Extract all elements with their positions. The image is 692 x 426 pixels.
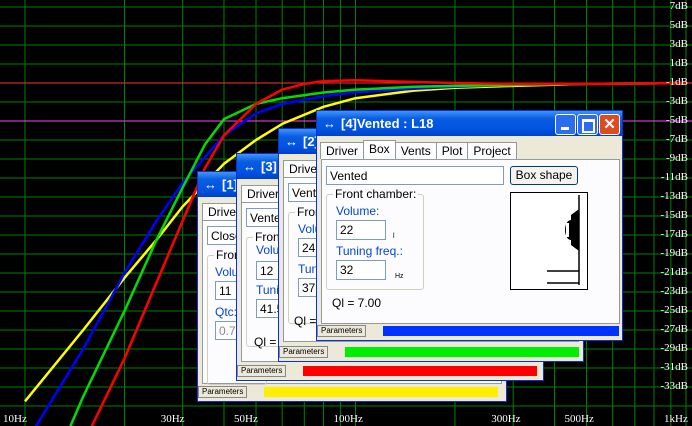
x-tick-label: 50Hz	[234, 413, 258, 425]
y-tick-label: -25dB	[660, 304, 689, 316]
box-shape-button[interactable]: Box shape	[510, 166, 578, 185]
window-4-statusbar: Parameters	[317, 325, 622, 339]
tab-project[interactable]: Project	[467, 142, 517, 159]
tab-driver[interactable]: Driver	[320, 142, 364, 159]
tuning-label: Tuning freq.:	[336, 244, 403, 258]
y-tick-label: -9dB	[666, 152, 688, 164]
ql-label: Ql = 7.00	[332, 296, 382, 310]
box-shape-preview	[510, 192, 588, 290]
y-tick-label: 1dB	[669, 57, 688, 69]
maximize-icon	[582, 119, 595, 133]
y-tick-label: -15dB	[660, 209, 689, 221]
y-tick-label: -23dB	[660, 285, 689, 297]
x-tick-label: 100Hz	[333, 413, 363, 425]
parameters-button[interactable]: Parameters	[198, 386, 248, 398]
volume-label: Volume:	[336, 204, 380, 218]
y-tick-label: -5dB	[666, 114, 688, 126]
y-tick-label: -1dB	[666, 76, 688, 88]
app-icon: ↔	[285, 134, 298, 149]
group-title: Front chamber:	[333, 187, 419, 201]
x-tick-label: 500Hz	[564, 413, 594, 425]
y-tick-label: 5dB	[669, 19, 688, 31]
x-tick-label: 10Hz	[3, 413, 27, 425]
qtc-label: Qtc:	[215, 305, 238, 319]
enclosure-diagram	[547, 195, 580, 285]
y-tick-label: -33dB	[660, 380, 689, 392]
y-tick-label: -21dB	[660, 266, 689, 278]
window-4-title: [4]Vented : L18	[341, 116, 434, 131]
y-tick-label: -13dB	[660, 190, 689, 202]
series-color-bar	[345, 347, 579, 357]
x-tick-label: 30Hz	[160, 413, 185, 425]
window-4-titlebar[interactable]: ↔ [4]Vented : L18 ✕	[317, 111, 622, 136]
tab-box[interactable]: Box	[363, 140, 396, 159]
maximize-button[interactable]	[577, 114, 598, 135]
close-icon: ✕	[603, 116, 616, 133]
close-button[interactable]: ✕	[599, 114, 620, 135]
volume-input[interactable]: 22	[336, 220, 386, 240]
x-tick-label: 300Hz	[491, 413, 521, 425]
app-icon: ↔	[243, 159, 256, 174]
parameters-button[interactable]: Parameters	[279, 346, 329, 358]
window-1-statusbar: Parameters	[198, 386, 506, 400]
minimize-icon	[561, 127, 569, 130]
series-color-bar	[303, 366, 537, 376]
y-tick-label: -31dB	[660, 361, 689, 373]
series-color-bar	[383, 326, 619, 336]
series-color-bar	[264, 387, 498, 397]
y-tick-label: -7dB	[666, 133, 688, 145]
y-tick-label: -19dB	[660, 247, 689, 259]
window-4-tabs: Driver Box Vents Plot Project	[320, 140, 517, 160]
parameters-button[interactable]: Parameters	[237, 365, 287, 377]
y-tick-label: -17dB	[660, 228, 689, 240]
y-tick-label: -11dB	[660, 171, 688, 183]
window-3-statusbar: Parameters	[237, 365, 543, 379]
tab-plot[interactable]: Plot	[435, 142, 469, 159]
tab-vents[interactable]: Vents	[394, 142, 437, 159]
y-tick-label: -29dB	[660, 342, 689, 354]
window-3-title: [3]	[261, 159, 277, 174]
volume-unit: l	[393, 233, 395, 240]
app-icon: ↔	[323, 116, 336, 131]
tuning-input[interactable]: 32	[336, 260, 386, 280]
y-tick-label: 7dB	[669, 0, 688, 12]
y-tick-label: -27dB	[660, 323, 689, 335]
y-tick-label: 3dB	[669, 38, 688, 50]
minimize-button[interactable]	[555, 114, 576, 135]
x-tick-label: 1kHz	[664, 413, 688, 425]
parameters-button[interactable]: Parameters	[317, 325, 367, 337]
window-2-statusbar: Parameters	[279, 346, 583, 360]
y-tick-label: -3dB	[666, 95, 688, 107]
app-icon: ↔	[204, 177, 217, 192]
window-4-panel: Vented Box shape Front chamber: Volume: …	[321, 159, 620, 324]
window-4[interactable]: ↔ [4]Vented : L18 ✕ Driver Box Vents Plot Pro…	[316, 110, 623, 341]
tuning-unit: Hz	[395, 273, 404, 280]
box-type-field[interactable]: Vented	[326, 166, 504, 185]
